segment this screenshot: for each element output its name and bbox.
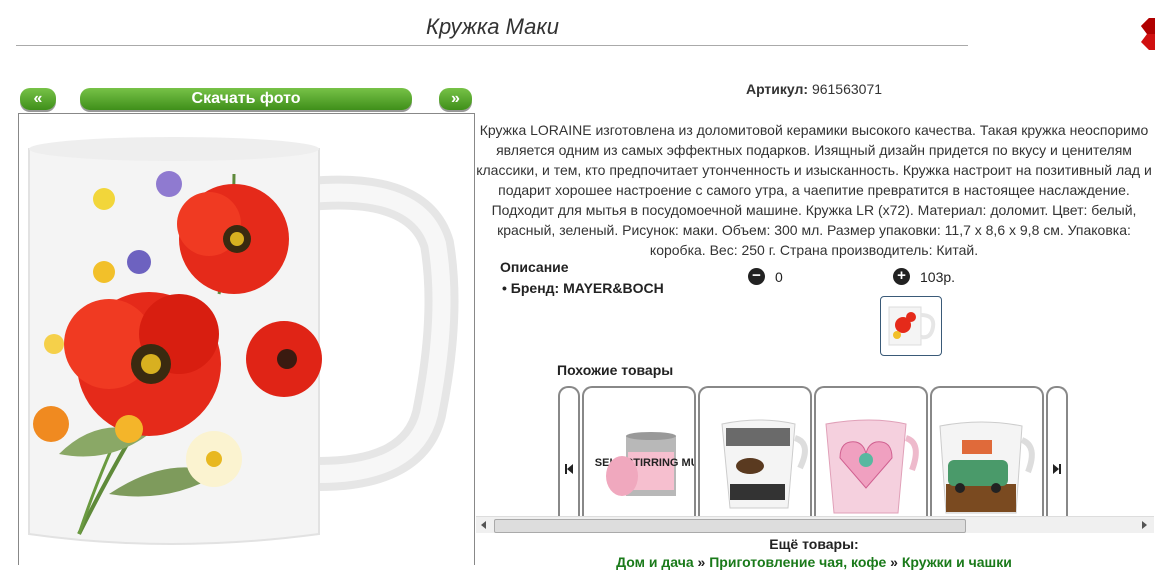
bullet-icon: • bbox=[502, 280, 507, 296]
carousel-prev-button[interactable] bbox=[558, 386, 580, 519]
mug-image bbox=[19, 114, 474, 565]
product-photo[interactable] bbox=[18, 113, 475, 565]
breadcrumb-separator: » bbox=[697, 554, 706, 570]
scrollbar-thumb[interactable] bbox=[494, 519, 966, 533]
minus-icon[interactable]: − bbox=[748, 268, 765, 285]
similar-title: Похожие товары bbox=[557, 362, 674, 378]
car-mug-image bbox=[939, 421, 1035, 514]
close-icon[interactable] bbox=[1137, 14, 1155, 54]
product-description: Кружка LORAINE изготовлена из доломитово… bbox=[476, 122, 1152, 258]
mug-thumbnail-icon bbox=[888, 306, 936, 346]
skip-forward-icon bbox=[1053, 464, 1061, 474]
brand-label: Бренд: MAYER&BOCH bbox=[510, 280, 664, 296]
download-photo-button[interactable]: Скачать фото bbox=[80, 88, 412, 110]
brand-item: • Бренд: MAYER&BOCH bbox=[502, 280, 664, 296]
price-block: + 103р. bbox=[893, 268, 955, 285]
breadcrumb-link[interactable]: Кружки и чашки bbox=[902, 554, 1012, 570]
coffee-mug-image bbox=[721, 419, 808, 509]
product-sku: Артикул: 961563071 bbox=[476, 81, 1152, 97]
scroll-right-icon[interactable] bbox=[1140, 521, 1148, 529]
carousel-next-button[interactable] bbox=[1046, 386, 1068, 519]
skip-back-icon bbox=[565, 464, 573, 474]
more-title: Ещё товары: bbox=[769, 536, 859, 552]
similar-item[interactable] bbox=[814, 386, 928, 519]
similar-item[interactable]: SELF STIRRING MUG bbox=[582, 386, 696, 519]
price-value: 103р. bbox=[920, 268, 956, 285]
quantity-value: 0 bbox=[775, 268, 783, 285]
spec-title: Описание bbox=[500, 259, 569, 275]
sku-label: Артикул: bbox=[745, 81, 809, 97]
heart-mug-image bbox=[825, 419, 919, 514]
breadcrumb-separator: » bbox=[890, 554, 898, 570]
breadcrumb: Дом и дача » Приготовление чая, кофе » К… bbox=[476, 554, 1152, 570]
scroll-left-icon[interactable] bbox=[480, 521, 488, 529]
quantity-stepper: − 0 bbox=[748, 268, 783, 285]
breadcrumb-link[interactable]: Дом и дача bbox=[616, 554, 694, 570]
prev-photo-button[interactable]: « bbox=[20, 88, 56, 110]
horizontal-scrollbar[interactable] bbox=[476, 516, 1154, 533]
breadcrumb-link[interactable]: Приготовление чая, кофе bbox=[709, 554, 886, 570]
plus-icon[interactable]: + bbox=[893, 268, 910, 285]
product-thumbnail[interactable] bbox=[880, 296, 942, 356]
title-divider bbox=[16, 45, 968, 46]
similar-item[interactable] bbox=[698, 386, 812, 519]
similar-item[interactable] bbox=[930, 386, 1044, 519]
page-title: Кружка Маки bbox=[425, 14, 560, 39]
sku-value: 961563071 bbox=[811, 81, 883, 97]
similar-carousel: SELF STIRRING MUG bbox=[558, 386, 1070, 519]
next-photo-button[interactable]: » bbox=[439, 88, 472, 110]
self-stirring-mug-image: SELF STIRRING MUG bbox=[595, 432, 694, 496]
